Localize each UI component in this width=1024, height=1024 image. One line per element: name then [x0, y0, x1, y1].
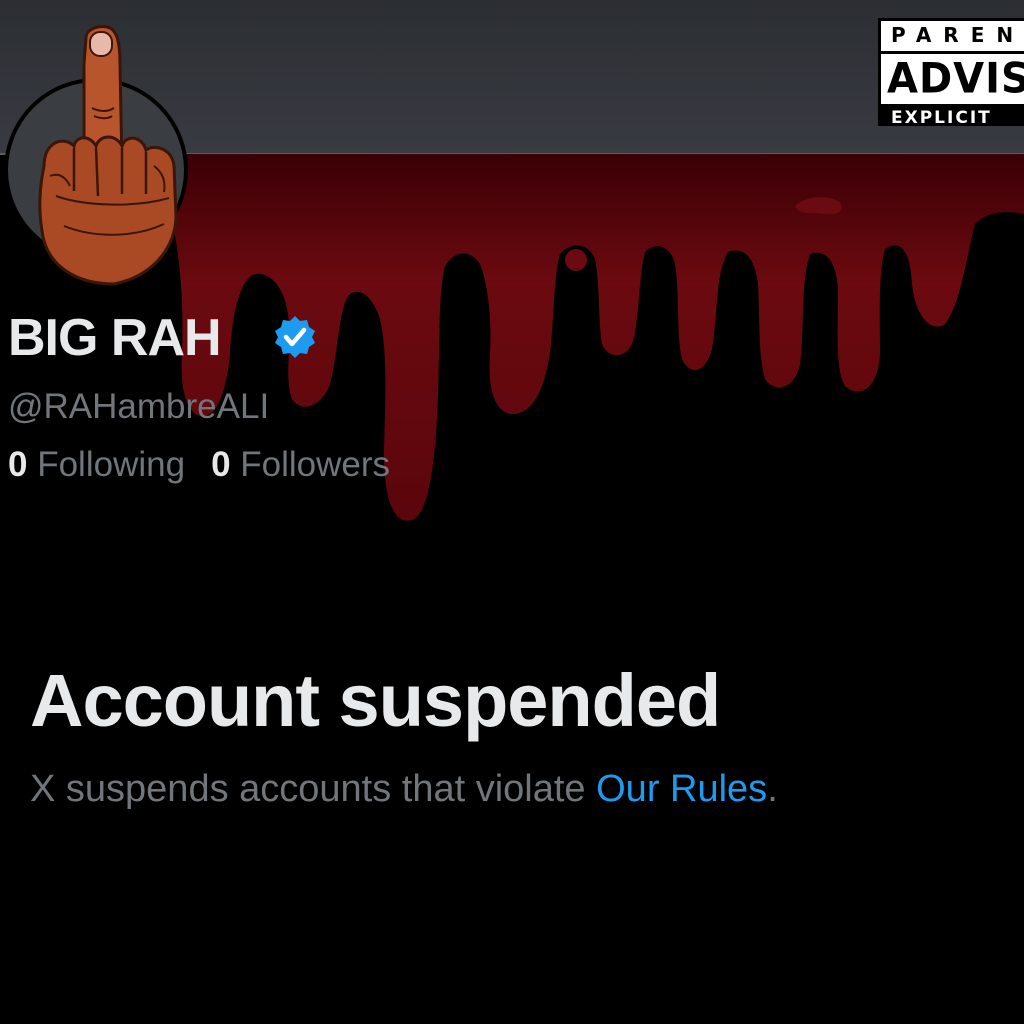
advisory-line2: ADVISORY — [887, 54, 1024, 104]
our-rules-link[interactable]: Our Rules — [596, 768, 767, 810]
avatar[interactable] — [4, 24, 188, 286]
display-name: BIG RAH — [8, 309, 222, 367]
suspended-message: X suspends accounts that violate Our Rul… — [30, 768, 778, 811]
verified-badge-icon — [275, 316, 315, 358]
followers-count: 0 — [211, 445, 231, 484]
advisory-line1: PARENT — [891, 23, 1024, 47]
suspended-message-text: X suspends accounts that violate — [30, 768, 597, 810]
followers-stat[interactable]: 0 Followers — [211, 445, 390, 485]
middle-finger-hand-icon — [38, 24, 178, 286]
follow-stats: 0 Following 0 Followers — [8, 445, 390, 485]
following-label: Following — [37, 445, 186, 484]
parental-advisory-badge: PARENT ADVISORY EXPLICIT CONTENT — [878, 18, 1024, 126]
followers-label: Followers — [240, 445, 391, 484]
following-count: 0 — [8, 445, 28, 484]
advisory-line3: EXPLICIT CONTENT — [891, 108, 992, 126]
following-stat[interactable]: 0 Following — [8, 445, 185, 485]
suspended-message-suffix: . — [767, 768, 778, 810]
suspended-title: Account suspended — [30, 659, 721, 742]
username-handle: @RAHambreALI — [8, 387, 270, 426]
